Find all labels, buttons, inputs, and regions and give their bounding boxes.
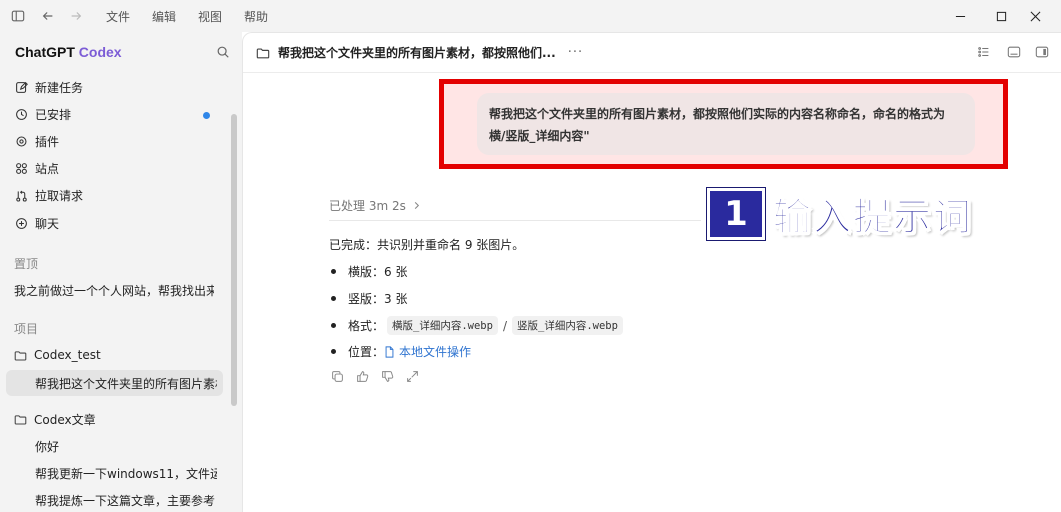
assistant-result-text: 已完成：共识别并重命名 9 张图片。 bbox=[329, 238, 525, 252]
menu-help[interactable]: 帮助 bbox=[244, 8, 268, 25]
more-options-icon[interactable]: ··· bbox=[568, 45, 583, 60]
project-name: Codex_test bbox=[34, 348, 101, 362]
sidebar-item-label: 已安排 bbox=[35, 107, 72, 122]
brand-name: ChatGPT bbox=[15, 44, 75, 60]
sidebar-toggle-icon[interactable] bbox=[10, 8, 26, 24]
pinned-chat-item[interactable]: 我之前做过一个个人网站，帮我找出来 bbox=[14, 282, 214, 299]
processed-toggle[interactable]: 已处理 3m 2s bbox=[329, 197, 421, 214]
projects-section-label: 项目 bbox=[14, 322, 39, 336]
sidebar-item-label: 聊天 bbox=[35, 216, 60, 231]
brand-accent: Codex bbox=[78, 44, 122, 60]
list-item: 竖版：3 张 bbox=[331, 290, 407, 307]
file-link-text: 本地文件操作 bbox=[399, 345, 472, 359]
chat-icon bbox=[14, 216, 28, 230]
app-brand: ChatGPT Codex bbox=[15, 44, 122, 60]
file-icon bbox=[385, 345, 394, 358]
sidebar-scrollbar[interactable] bbox=[231, 114, 237, 406]
sidebar-item-label: 站点 bbox=[35, 161, 60, 176]
bullet-label: 格式： bbox=[348, 319, 385, 333]
chat-item-active[interactable]: 帮我把这个文件夹里的所有图片素材 bbox=[35, 375, 217, 392]
processed-label: 已处理 3m 2s bbox=[329, 199, 406, 213]
menu-view[interactable]: 视图 bbox=[198, 8, 222, 25]
step-number-badge: 1 bbox=[707, 187, 765, 240]
sidebar-item-label: 拉取请求 bbox=[35, 188, 84, 203]
sidebar-item-label: 新建任务 bbox=[35, 80, 84, 95]
project-name: Codex文章 bbox=[34, 413, 96, 427]
sidebar-item-new-task[interactable]: 新建任务 bbox=[14, 77, 83, 97]
list-item: 横版：6 张 bbox=[331, 263, 407, 280]
minimize-icon[interactable] bbox=[937, 0, 983, 32]
sidebar-item-chat[interactable]: 聊天 bbox=[14, 213, 59, 233]
project-folder-codex-article[interactable]: Codex文章 bbox=[14, 411, 96, 428]
list-view-icon[interactable] bbox=[977, 45, 991, 59]
chat-item[interactable]: 你好 bbox=[35, 438, 217, 455]
share-icon[interactable] bbox=[406, 370, 419, 383]
bullet-dot bbox=[331, 269, 336, 274]
main-panel: 帮我把这个文件夹里的所有图片素材，都按照他们... ··· 帮我把这个文件夹里的… bbox=[242, 32, 1061, 512]
folder-icon bbox=[14, 415, 27, 425]
file-link[interactable]: 本地文件操作 bbox=[384, 343, 471, 360]
unread-dot-badge bbox=[203, 112, 210, 119]
menu-edit[interactable]: 编辑 bbox=[152, 8, 176, 25]
chat-header: 帮我把这个文件夹里的所有图片素材，都按照他们... ··· bbox=[243, 33, 1061, 73]
folder-icon bbox=[14, 350, 27, 360]
inline-code: 竖版_详细内容.webp bbox=[512, 316, 623, 335]
clock-icon bbox=[14, 107, 28, 121]
copy-icon[interactable] bbox=[331, 370, 344, 383]
user-message-bubble: 帮我把这个文件夹里的所有图片素材，都按照他们实际的内容名称命名，命名的格式为横/… bbox=[477, 93, 975, 155]
bullet-dot bbox=[331, 323, 336, 328]
search-icon[interactable] bbox=[216, 45, 230, 59]
sidebar-item-scheduled[interactable]: 已安排 bbox=[14, 104, 71, 124]
separator: / bbox=[502, 318, 507, 333]
close-icon[interactable] bbox=[1012, 0, 1058, 32]
title-bar: 文件 编辑 视图 帮助 bbox=[0, 0, 1061, 32]
pinned-section-label: 置顶 bbox=[14, 257, 39, 271]
chat-item[interactable]: 帮我提炼一下这篇文章，主要参考 bbox=[35, 492, 217, 509]
divider bbox=[329, 220, 701, 221]
step-annotation: 1 输入提示词 bbox=[707, 186, 973, 241]
forward-arrow-icon[interactable] bbox=[68, 8, 84, 24]
project-folder-codex-test[interactable]: Codex_test bbox=[14, 348, 101, 362]
message-actions bbox=[331, 370, 431, 383]
thumbs-down-icon[interactable] bbox=[381, 370, 394, 383]
side-panel-icon[interactable] bbox=[1035, 45, 1049, 59]
sidebar-item-plugins[interactable]: 插件 bbox=[14, 131, 59, 151]
bullet-dot bbox=[331, 296, 336, 301]
sidebar-item-pull-requests[interactable]: 拉取请求 bbox=[14, 185, 83, 205]
inline-code: 横版_详细内容.webp bbox=[387, 316, 498, 335]
user-message-text: 帮我把这个文件夹里的所有图片素材，都按照他们实际的内容名称命名，命名的格式为横/… bbox=[489, 107, 946, 143]
sidebar: ChatGPT Codex 新建任务 已安排 插件 站点 拉取请求 聊天 置顶 … bbox=[0, 32, 242, 512]
menu-file[interactable]: 文件 bbox=[106, 8, 130, 25]
list-item: 格式： 横版_详细内容.webp / 竖版_详细内容.webp bbox=[331, 316, 626, 335]
sites-icon bbox=[14, 161, 28, 175]
bullet-text: 竖版：3 张 bbox=[348, 292, 408, 306]
bullet-text: 横版：6 张 bbox=[348, 265, 408, 279]
sidebar-item-label: 插件 bbox=[35, 134, 60, 149]
chat-item[interactable]: 帮我更新一下windows11，文件运 bbox=[35, 465, 217, 482]
chat-title: 帮我把这个文件夹里的所有图片素材，都按照他们... bbox=[278, 46, 556, 60]
bullet-label: 位置： bbox=[348, 345, 385, 359]
terminal-panel-icon[interactable] bbox=[1007, 45, 1021, 59]
step-annotation-text: 输入提示词 bbox=[772, 195, 974, 240]
pull-request-icon bbox=[14, 188, 28, 202]
chevron-right-icon bbox=[412, 199, 421, 213]
sidebar-item-sites[interactable]: 站点 bbox=[14, 158, 59, 178]
plugin-icon bbox=[14, 134, 28, 148]
list-item: 位置： 本地文件操作 bbox=[331, 343, 471, 360]
edit-icon bbox=[14, 80, 28, 94]
bullet-dot bbox=[331, 349, 336, 354]
folder-icon bbox=[256, 47, 270, 58]
back-arrow-icon[interactable] bbox=[40, 8, 56, 24]
thumbs-up-icon[interactable] bbox=[356, 370, 369, 383]
